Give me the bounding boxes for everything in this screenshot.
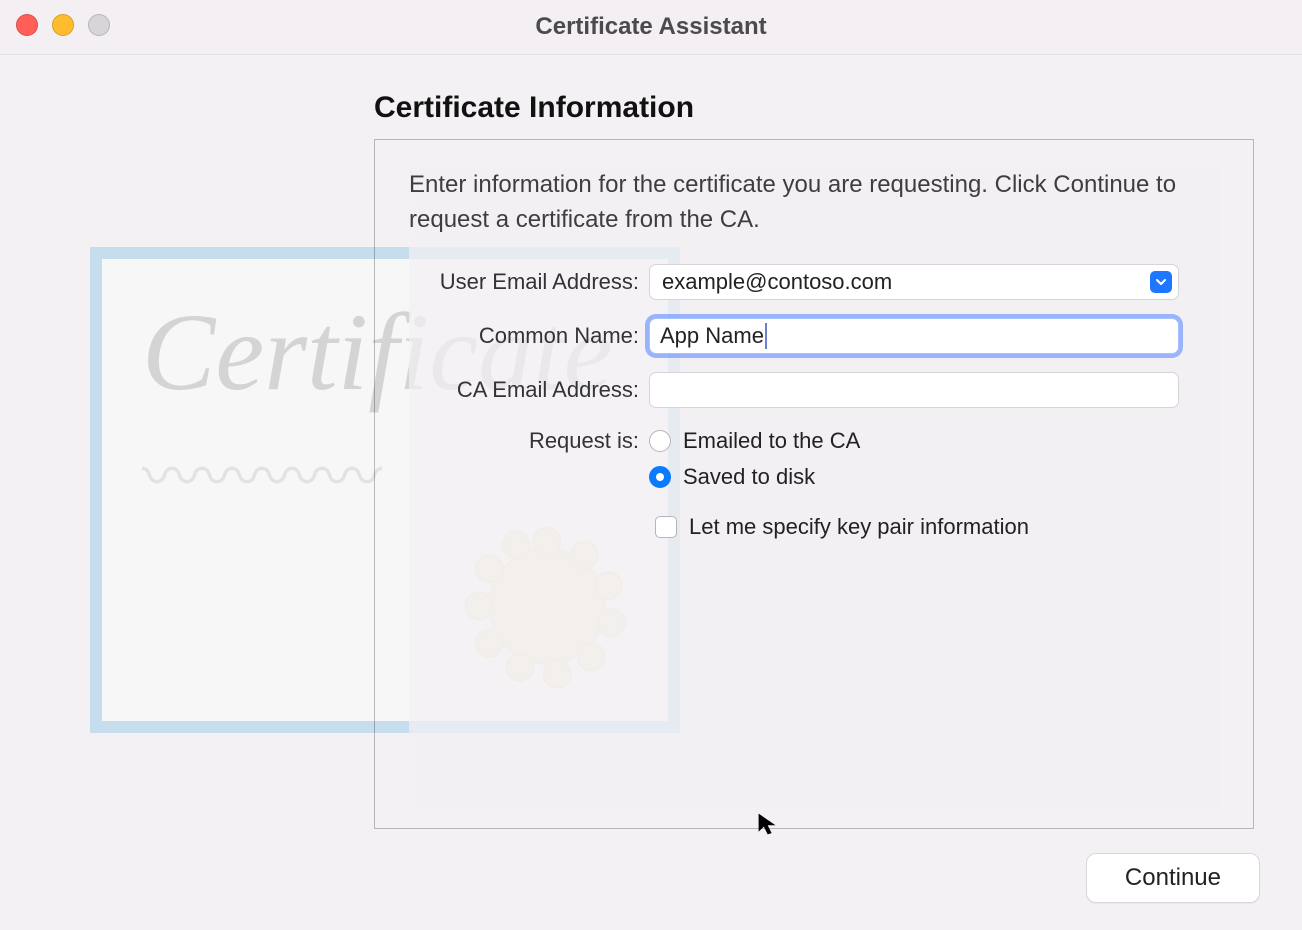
continue-button[interactable]: Continue bbox=[1086, 853, 1260, 903]
label-user-email: User Email Address: bbox=[409, 269, 649, 295]
keypair-checkbox-label: Let me specify key pair information bbox=[689, 514, 1029, 540]
footer: Continue bbox=[1086, 853, 1260, 903]
instruction-text: Enter information for the certificate yo… bbox=[409, 168, 1219, 238]
user-email-input[interactable] bbox=[660, 268, 1138, 296]
row-common-name: Common Name: App Name bbox=[409, 318, 1219, 354]
ca-email-input[interactable] bbox=[660, 376, 1168, 404]
row-request-is: Request is: Emailed to the CA Saved to d… bbox=[409, 426, 1219, 490]
label-ca-email: CA Email Address: bbox=[409, 377, 649, 403]
minimize-window-button[interactable] bbox=[52, 14, 74, 36]
zoom-window-button[interactable] bbox=[88, 14, 110, 36]
row-keypair-checkbox[interactable]: Let me specify key pair information bbox=[655, 514, 1219, 540]
row-user-email: User Email Address: bbox=[409, 264, 1219, 300]
chevron-down-icon bbox=[1155, 276, 1167, 288]
radio-item-emailed[interactable]: Emailed to the CA bbox=[649, 428, 1219, 454]
radio-emailed[interactable] bbox=[649, 430, 671, 452]
certificate-swirl: 〰〰〰〰 bbox=[142, 429, 382, 516]
row-ca-email: CA Email Address: bbox=[409, 372, 1219, 408]
content-area: Certificate Information Certificate 〰〰〰〰 bbox=[0, 55, 1302, 930]
titlebar: Certificate Assistant bbox=[0, 0, 1302, 55]
label-request-is: Request is: bbox=[409, 426, 649, 454]
radio-label-emailed: Emailed to the CA bbox=[683, 428, 860, 454]
form-panel: Enter information for the certificate yo… bbox=[374, 139, 1254, 829]
text-caret bbox=[765, 323, 767, 349]
user-email-dropdown-button[interactable] bbox=[1150, 271, 1172, 293]
window-controls bbox=[16, 14, 110, 36]
request-is-radio-group: Emailed to the CA Saved to disk bbox=[649, 426, 1219, 490]
user-email-combobox[interactable] bbox=[649, 264, 1179, 300]
label-common-name: Common Name: bbox=[409, 323, 649, 349]
close-window-button[interactable] bbox=[16, 14, 38, 36]
common-name-value: App Name bbox=[660, 323, 764, 349]
radio-item-saved[interactable]: Saved to disk bbox=[649, 464, 1219, 490]
page-title: Certificate Information bbox=[374, 91, 694, 125]
window-title: Certificate Assistant bbox=[535, 13, 766, 41]
radio-label-saved: Saved to disk bbox=[683, 464, 815, 490]
radio-saved[interactable] bbox=[649, 466, 671, 488]
common-name-field[interactable]: App Name bbox=[649, 318, 1179, 354]
ca-email-field[interactable] bbox=[649, 372, 1179, 408]
keypair-checkbox[interactable] bbox=[655, 516, 677, 538]
